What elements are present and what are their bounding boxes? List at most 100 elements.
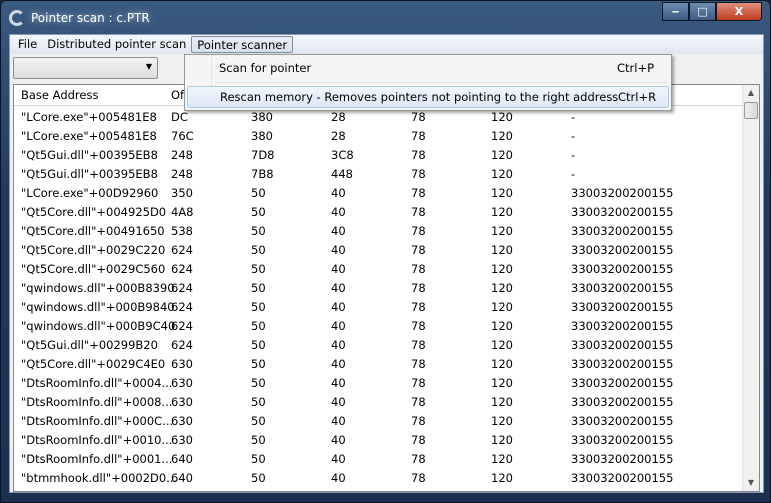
- cell-offset-0: 4A8: [171, 205, 194, 219]
- cell-base-address: "Qt5Core.dll"+0029C560: [21, 262, 166, 276]
- cell-value: 33003200200155: [571, 186, 674, 200]
- table-row[interactable]: "qwindows.dll"+000B9840 624 50 40 78 120 33003…: [14, 298, 744, 317]
- cell-offset-0: 624: [171, 281, 193, 295]
- cell-offset-4: 120: [491, 395, 513, 409]
- cell-offset-0: 624: [171, 243, 193, 257]
- cell-offset-1: 7D8: [251, 148, 275, 162]
- cell-offset-3: 78: [411, 224, 426, 238]
- cell-offset-2: 40: [331, 433, 346, 447]
- table-row[interactable]: "DtsRoomInfo.dll"+000C... 630 50 40 78 120 330…: [14, 412, 744, 431]
- cell-offset-0: 248: [171, 167, 193, 181]
- table-row[interactable]: "DtsRoomInfo.dll"+0010... 630 50 40 78 120 330…: [14, 431, 744, 450]
- menu-pointer-scanner[interactable]: Pointer scanner: [191, 36, 294, 53]
- scan-select-combo[interactable]: ▼: [13, 57, 158, 79]
- table-row[interactable]: "Qt5Core.dll"+00491650 538 50 40 78 120 330032…: [14, 222, 744, 241]
- cell-offset-0: 76C: [171, 129, 194, 143]
- cell-offset-3: 78: [411, 357, 426, 371]
- scroll-down-arrow-icon[interactable]: ▼: [743, 475, 759, 491]
- cell-offset-0: 640: [171, 471, 193, 485]
- cell-base-address: "DtsRoomInfo.dll"+000C...: [21, 414, 174, 428]
- cell-offset-3: 78: [411, 148, 426, 162]
- table-row[interactable]: "Qt5Core.dll"+004925D0 4A8 50 40 78 120 330032…: [14, 203, 744, 222]
- table-row[interactable]: "LCore.exe"+00D92960 350 50 40 78 120 33003200…: [14, 184, 744, 203]
- cell-offset-2: 40: [331, 338, 346, 352]
- cell-base-address: "DtsRoomInfo.dll"+0008...: [21, 395, 173, 409]
- table-row[interactable]: "DtsRoomInfo.dll"+0004... 630 50 40 78 120 330…: [14, 374, 744, 393]
- header-base-address[interactable]: Base Address: [21, 88, 98, 102]
- menu-item-scan-for-pointer[interactable]: Scan for pointer Ctrl+P: [187, 57, 669, 79]
- cell-offset-4: 120: [491, 300, 513, 314]
- minimize-button[interactable]: ‒: [662, 2, 689, 21]
- cell-offset-0: 630: [171, 433, 193, 447]
- cell-offset-4: 120: [491, 414, 513, 428]
- cell-offset-4: 120: [491, 167, 513, 181]
- cell-offset-0: 248: [171, 148, 193, 162]
- cell-offset-1: 50: [251, 224, 266, 238]
- cell-offset-2: 28: [331, 110, 346, 124]
- cell-offset-4: 120: [491, 129, 513, 143]
- close-button[interactable]: X: [716, 2, 762, 21]
- table-row[interactable]: "Qt5Gui.dll"+00299B20 624 50 40 78 120 3300320…: [14, 336, 744, 355]
- cell-offset-4: 120: [491, 205, 513, 219]
- table-row[interactable]: "DtsRoomInfo.dll"+0001... 640 50 40 78 120 330…: [14, 450, 744, 469]
- menu-file[interactable]: File: [13, 36, 42, 53]
- cell-value: 33003200200155: [571, 262, 674, 276]
- cell-offset-2: 40: [331, 262, 346, 276]
- cell-offset-3: 78: [411, 281, 426, 295]
- menu-bar: File Distributed pointer scan Pointer sc…: [10, 35, 763, 54]
- cell-offset-2: 40: [331, 205, 346, 219]
- cell-offset-1: 50: [251, 376, 266, 390]
- cell-offset-3: 78: [411, 205, 426, 219]
- cell-base-address: "DtsRoomInfo.dll"+0010...: [21, 433, 173, 447]
- table-row[interactable]: "Qt5Gui.dll"+00395EB8 248 7B8 448 78 120 -: [14, 165, 744, 184]
- cell-offset-0: 624: [171, 262, 193, 276]
- cell-offset-2: 40: [331, 357, 346, 371]
- table-row[interactable]: "qwindows.dll"+000B9C40 624 50 40 78 120 33003…: [14, 317, 744, 336]
- menu-item-shortcut: Ctrl+R: [618, 90, 657, 104]
- table-row[interactable]: "DtsRoomInfo.dll"+0008... 630 50 40 78 120 330…: [14, 393, 744, 412]
- cell-value: 33003200200155: [571, 300, 674, 314]
- cell-value: -: [571, 167, 576, 181]
- cell-offset-0: DC: [171, 110, 188, 124]
- cell-offset-3: 78: [411, 319, 426, 333]
- cell-base-address: "Qt5Gui.dll"+00299B20: [21, 338, 158, 352]
- vertical-scrollbar[interactable]: ▲ ▼: [742, 85, 759, 491]
- maximize-button[interactable]: □: [689, 2, 716, 21]
- cell-offset-2: 40: [331, 243, 346, 257]
- cell-offset-4: 120: [491, 262, 513, 276]
- cell-offset-1: 50: [251, 319, 266, 333]
- table-row[interactable]: "LCore.exe"+005481E8 76C 380 28 78 120 -: [14, 127, 744, 146]
- cell-value: -: [571, 110, 576, 124]
- cell-offset-4: 120: [491, 376, 513, 390]
- cheat-engine-logo-icon: [9, 10, 25, 26]
- table-row[interactable]: "Qt5Core.dll"+0029C560 624 50 40 78 120 330032…: [14, 260, 744, 279]
- menu-item-rescan-memory[interactable]: Rescan memory - Removes pointers not poi…: [187, 86, 669, 108]
- cell-offset-2: 40: [331, 186, 346, 200]
- scroll-up-arrow-icon[interactable]: ▲: [743, 85, 759, 101]
- cell-base-address: "Qt5Core.dll"+0029C220: [21, 243, 166, 257]
- cell-offset-3: 78: [411, 338, 426, 352]
- cell-offset-2: 40: [331, 300, 346, 314]
- header-offset-0[interactable]: Of: [171, 88, 184, 102]
- cell-offset-2: 448: [331, 167, 353, 181]
- cell-offset-4: 120: [491, 186, 513, 200]
- cell-offset-4: 120: [491, 224, 513, 238]
- cell-offset-1: 50: [251, 186, 266, 200]
- cell-base-address: "Qt5Core.dll"+0029C4E0: [21, 357, 166, 371]
- table-row[interactable]: "Qt5Core.dll"+0029C220 624 50 40 78 120 330032…: [14, 241, 744, 260]
- table-row[interactable]: "Qt5Core.dll"+0029C4E0 630 50 40 78 120 330032…: [14, 355, 744, 374]
- table-row[interactable]: "qwindows.dll"+000B8390 624 50 40 78 120 33003…: [14, 279, 744, 298]
- table-row[interactable]: "Qt5Gui.dll"+00395EB8 248 7D8 3C8 78 120 -: [14, 146, 744, 165]
- cell-offset-0: 630: [171, 395, 193, 409]
- cell-value: 33003200200155: [571, 205, 674, 219]
- cell-base-address: "Qt5Gui.dll"+00395EB8: [21, 148, 158, 162]
- cell-offset-3: 78: [411, 129, 426, 143]
- cell-base-address: "qwindows.dll"+000B9840: [21, 300, 175, 314]
- menu-distributed-pointer-scan[interactable]: Distributed pointer scan: [42, 36, 191, 53]
- scroll-thumb[interactable]: [744, 102, 758, 119]
- cell-offset-3: 78: [411, 395, 426, 409]
- cell-offset-1: 7B8: [251, 167, 274, 181]
- table-row[interactable]: "btmmhook.dll"+0002D0... 640 50 40 78 120 3300…: [14, 469, 744, 488]
- cell-offset-4: 120: [491, 471, 513, 485]
- cell-base-address: "LCore.exe"+00D92960: [21, 186, 159, 200]
